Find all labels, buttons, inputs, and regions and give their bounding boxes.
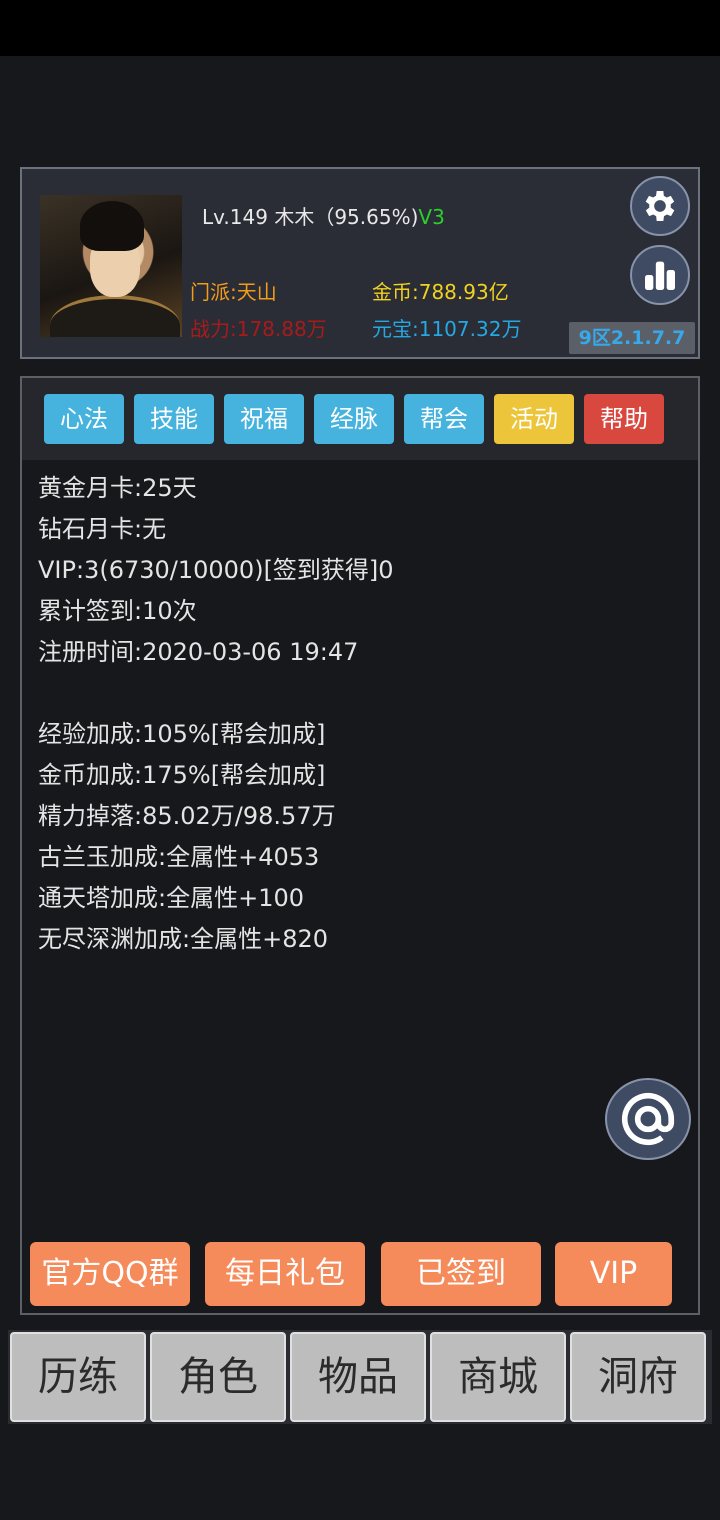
mention-button[interactable] — [605, 1078, 691, 1160]
info-line: 黄金月卡:25天 — [38, 474, 197, 502]
bonus-line: 古兰玉加成:全属性+4053 — [38, 843, 320, 871]
official-qq-group-button[interactable]: 官方QQ群 — [30, 1242, 190, 1306]
power-label: 战力:178.88万 — [190, 317, 327, 341]
main-panel: 心法 技能 祝福 经脉 帮会 活动 帮助 黄金月卡:25天 钻石月卡:无 VIP… — [20, 376, 700, 1315]
signed-in-button[interactable]: 已签到 — [381, 1242, 541, 1306]
bonus-line: 精力掉落:85.02万/98.57万 — [38, 802, 336, 830]
profile-panel: Lv.149 木木（95.65%)V3 门派:天山 战力:178.88万 金币:… — [20, 167, 700, 359]
level-line: Lv.149 木木（95.65%)V3 — [202, 201, 445, 230]
tab-guild[interactable]: 帮会 — [404, 394, 484, 444]
bonus-line: 经验加成:105%[帮会加成] — [38, 720, 326, 748]
tab-bar: 心法 技能 祝福 经脉 帮会 活动 帮助 — [22, 378, 698, 460]
tab-skills[interactable]: 技能 — [134, 394, 214, 444]
vip-badge: V3 — [418, 205, 445, 229]
tab-meridians[interactable]: 经脉 — [314, 394, 394, 444]
nav-cave[interactable]: 洞府 — [570, 1332, 706, 1422]
player-avatar[interactable] — [40, 195, 182, 337]
nav-character[interactable]: 角色 — [150, 1332, 286, 1422]
vip-button[interactable]: VIP — [555, 1242, 672, 1306]
server-version-badge: 9区2.1.7.7 — [569, 322, 695, 354]
tab-blessing[interactable]: 祝福 — [224, 394, 304, 444]
info-line: 钻石月卡:无 — [38, 515, 167, 543]
bonus-line: 通天塔加成:全属性+100 — [38, 884, 305, 912]
yuanbao-label: 元宝:1107.32万 — [372, 317, 522, 341]
info-line: 注册时间:2020-03-06 19:47 — [38, 638, 359, 666]
bonus-line: 无尽深渊加成:全属性+820 — [38, 925, 329, 953]
info-line: 累计签到:10次 — [38, 597, 197, 625]
nav-items[interactable]: 物品 — [290, 1332, 426, 1422]
sect-label: 门派:天山 — [190, 280, 277, 304]
nav-shop[interactable]: 商城 — [430, 1332, 566, 1422]
gold-label: 金币:788.93亿 — [372, 280, 509, 304]
bonus-line: 金币加成:175%[帮会加成] — [38, 761, 326, 789]
status-bar — [0, 0, 720, 56]
bottom-nav: 历练 角色 物品 商城 洞府 — [8, 1330, 712, 1424]
tab-events[interactable]: 活动 — [494, 394, 574, 444]
info-list: 黄金月卡:25天 钻石月卡:无 VIP:3(6730/10000)[签到获得]0… — [38, 468, 394, 960]
info-line: VIP:3(6730/10000)[签到获得]0 — [38, 556, 394, 584]
settings-button[interactable] — [630, 176, 690, 236]
level-text: Lv.149 木木（95.65%) — [202, 205, 419, 229]
gear-icon — [645, 191, 675, 221]
at-icon — [621, 1092, 675, 1146]
tab-help[interactable]: 帮助 — [584, 394, 664, 444]
bar-chart-icon — [645, 261, 675, 290]
nav-training[interactable]: 历练 — [10, 1332, 146, 1422]
info-content: 黄金月卡:25天 钻石月卡:无 VIP:3(6730/10000)[签到获得]0… — [22, 460, 698, 1313]
daily-gift-button[interactable]: 每日礼包 — [205, 1242, 365, 1306]
tab-xinfa[interactable]: 心法 — [44, 394, 124, 444]
stats-button[interactable] — [630, 245, 690, 305]
